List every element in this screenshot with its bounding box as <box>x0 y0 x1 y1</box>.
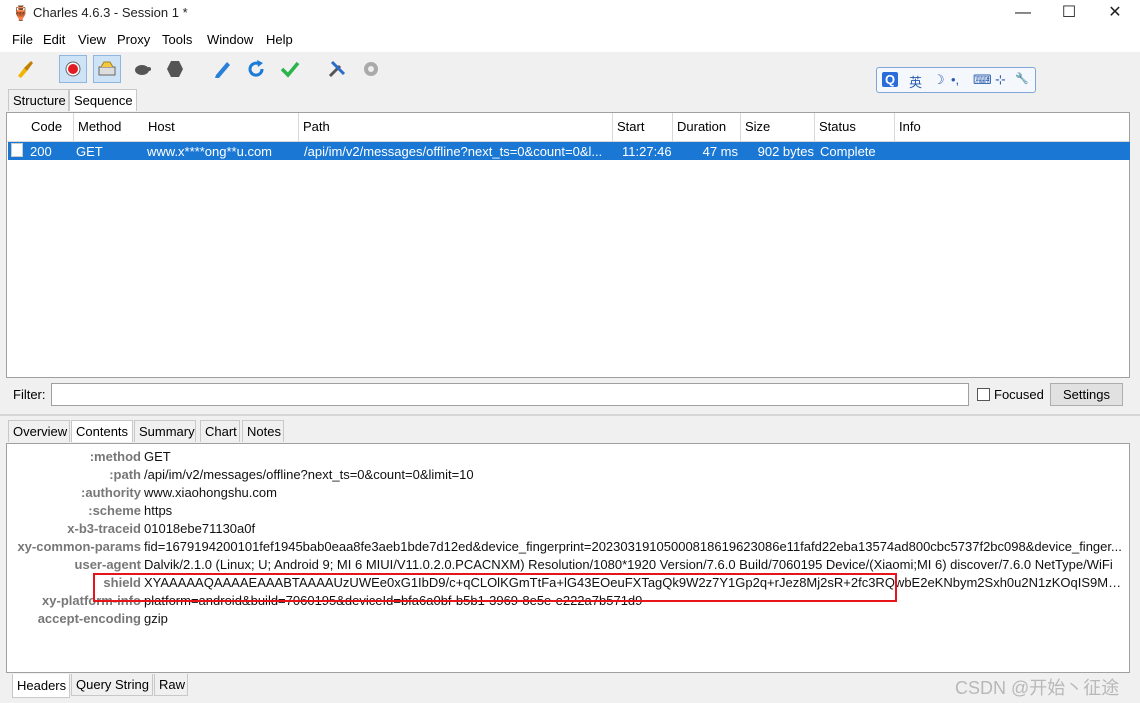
tab-sequence[interactable]: Sequence <box>69 89 137 111</box>
row-code: 200 <box>30 144 52 159</box>
header-row[interactable]: :method GET <box>7 449 1129 467</box>
header-value: Dalvik/2.1.0 (Linux; U; Android 9; MI 6 … <box>144 557 1113 572</box>
tab-notes[interactable]: Notes <box>242 420 284 442</box>
title-bar: 🏺 Charles 4.6.3 - Session 1 * — ☐ ✕ <box>0 0 1140 28</box>
menu-tools[interactable]: Tools <box>162 32 192 47</box>
column-size[interactable]: Size <box>741 113 815 141</box>
header-value: https <box>144 503 173 518</box>
header-value: fid=1679194200101fef1945bab0eaa8fe3aeb1b… <box>144 539 1122 554</box>
tab-summary[interactable]: Summary <box>134 420 196 442</box>
column-info[interactable]: Info <box>895 113 1129 141</box>
header-key: accept-encoding <box>37 611 141 626</box>
header-key: xy-common-params <box>17 539 141 554</box>
header-row[interactable]: xy-common-params fid=1679194200101fef1945… <box>7 539 1129 557</box>
charles-app-icon: 🏺 <box>12 5 30 21</box>
menu-edit[interactable]: Edit <box>43 32 65 47</box>
ime-toolbar[interactable]: Q 英 ☽ •, ⌨ ⊹ 🔧 <box>876 67 1036 93</box>
tab-contents[interactable]: Contents <box>71 420 133 442</box>
tab-headers[interactable]: Headers <box>12 674 70 698</box>
column-duration[interactable]: Duration <box>673 113 741 141</box>
focused-checkbox[interactable] <box>977 388 990 401</box>
filter-bar: Filter: Focused Settings <box>0 380 1140 410</box>
column-host[interactable]: Host <box>144 113 299 141</box>
column-path[interactable]: Path <box>299 113 613 141</box>
window-title: Charles 4.6.3 - Session 1 * <box>33 5 188 20</box>
row-status: Complete <box>820 144 876 159</box>
watermark: CSDN @开始丶征途 <box>955 678 1120 698</box>
focused-label: Focused <box>994 387 1044 402</box>
tab-raw[interactable]: Raw <box>154 674 188 696</box>
row-method: GET <box>76 144 103 159</box>
header-row[interactable]: :authority www.xiaohongshu.com <box>7 485 1129 503</box>
header-value: 01018ebe71130a0f <box>144 521 256 536</box>
row-host: www.x****ong**u.com <box>147 144 273 159</box>
column-start[interactable]: Start <box>613 113 673 141</box>
menu-window[interactable]: Window <box>207 32 253 47</box>
row-start: 11:27:46 <box>622 144 672 159</box>
row-path: /api/im/v2/messages/offline?next_ts=0&co… <box>304 144 603 159</box>
tab-overview[interactable]: Overview <box>8 420 70 442</box>
gear-icon[interactable] <box>357 55 385 83</box>
stop-hexagon-icon[interactable] <box>161 55 189 83</box>
ime-logo-icon[interactable]: Q <box>882 72 899 87</box>
header-row[interactable]: :scheme https <box>7 503 1129 521</box>
record-icon[interactable] <box>59 55 87 83</box>
menu-help[interactable]: Help <box>266 32 293 47</box>
punctuation-icon[interactable]: •, <box>951 72 959 87</box>
menu-view[interactable]: View <box>78 32 106 47</box>
throttle-icon[interactable] <box>93 55 121 83</box>
tools-icon[interactable] <box>323 55 351 83</box>
header-row[interactable]: accept-encoding gzip <box>7 611 1129 629</box>
menu-bar: File Edit View Proxy Tools Window Help <box>0 28 1140 52</box>
header-key: :method <box>89 449 141 464</box>
refresh-icon[interactable] <box>242 55 270 83</box>
header-row[interactable]: x-b3-traceid 01018ebe71130a0f <box>7 521 1129 539</box>
turtle-icon[interactable] <box>128 55 156 83</box>
column-status[interactable]: Status <box>815 113 895 141</box>
pen-icon[interactable] <box>208 55 236 83</box>
highlight-annotation-box <box>93 573 897 602</box>
wrench-icon[interactable]: 🔧 <box>1015 72 1029 85</box>
header-key: user-agent <box>74 557 141 572</box>
column-method[interactable]: Method <box>74 113 149 141</box>
request-headers-panel: :method GET :path/api/im/v2/messages/offl… <box>6 443 1130 673</box>
tab-chart[interactable]: Chart <box>200 420 240 442</box>
minimize-button[interactable]: — <box>1000 0 1046 28</box>
header-key: :path <box>109 467 141 482</box>
header-row[interactable]: :path/api/im/v2/messages/offline?next_ts… <box>7 467 1129 485</box>
column-code[interactable]: Code <box>27 113 74 141</box>
header-value: /api/im/v2/messages/offline?next_ts=0&co… <box>144 467 474 482</box>
ime-settings-icon[interactable]: ⊹ <box>995 72 1006 88</box>
tab-query-string[interactable]: Query String <box>71 674 153 696</box>
filter-input[interactable] <box>51 383 969 406</box>
header-value: gzip <box>144 611 168 626</box>
row-size: 902 bytes <box>757 144 814 159</box>
moon-icon[interactable]: ☽ <box>933 72 945 88</box>
close-button[interactable]: ✕ <box>1092 0 1138 28</box>
row-duration: 47 ms <box>702 144 738 159</box>
maximize-button[interactable]: ☐ <box>1046 0 1092 28</box>
menu-file[interactable]: File <box>12 32 33 47</box>
header-value: GET <box>144 449 171 464</box>
ime-language-toggle[interactable]: 英 <box>909 72 922 91</box>
sequence-table: Code Method Host Path Start Duration Siz… <box>6 112 1130 378</box>
broom-icon[interactable] <box>11 55 39 83</box>
menu-proxy[interactable]: Proxy <box>117 32 150 47</box>
header-key: x-b3-traceid <box>67 521 141 536</box>
document-icon <box>11 143 23 157</box>
settings-button[interactable]: Settings <box>1050 383 1123 406</box>
table-row[interactable]: 200 GET www.x****ong**u.com /api/im/v2/m… <box>8 142 1130 160</box>
panel-splitter[interactable] <box>0 414 1140 416</box>
keyboard-icon[interactable]: ⌨ <box>973 72 992 88</box>
header-key: :scheme <box>88 503 141 518</box>
tab-structure[interactable]: Structure <box>8 89 69 111</box>
header-value: www.xiaohongshu.com <box>144 485 277 500</box>
filter-label: Filter: <box>13 387 46 402</box>
checkmark-icon[interactable] <box>276 55 304 83</box>
header-key: :authority <box>81 485 141 500</box>
